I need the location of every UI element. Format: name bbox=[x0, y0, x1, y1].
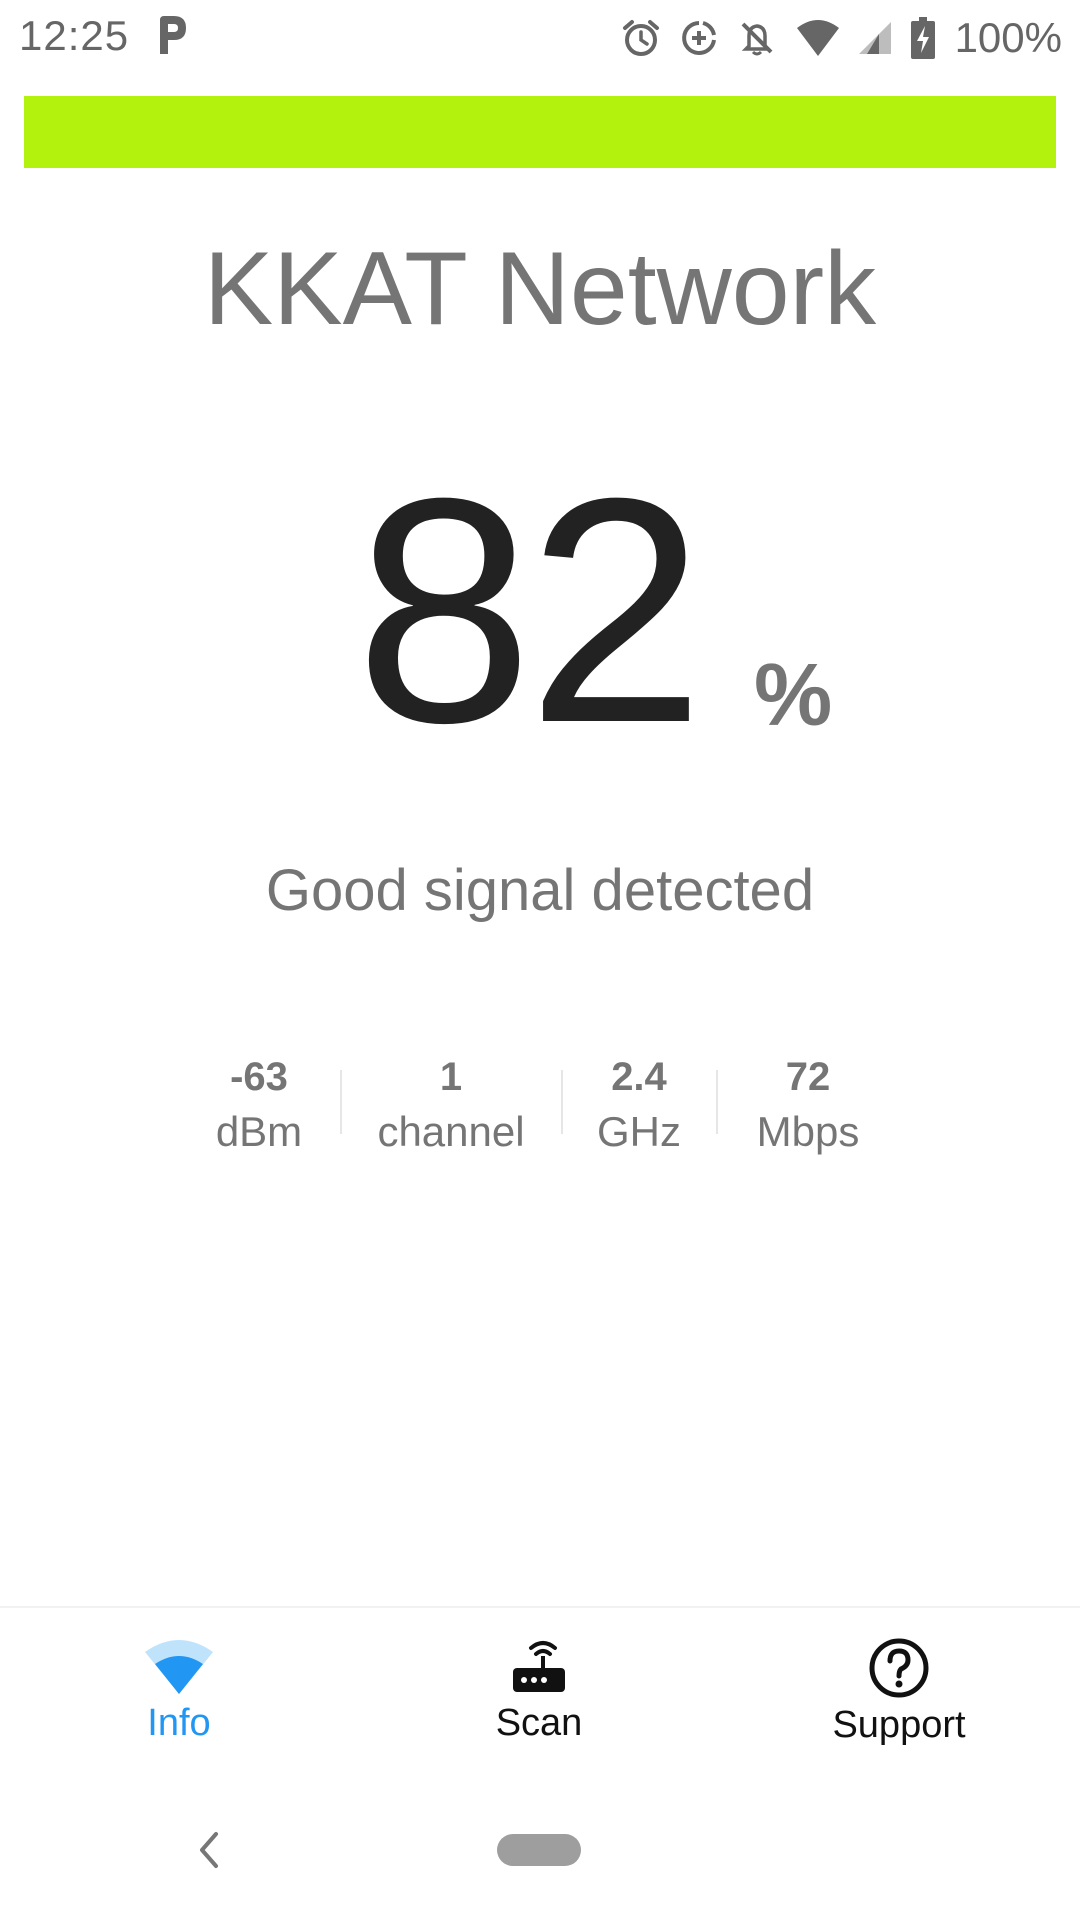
nav-item-info[interactable]: Info bbox=[59, 1638, 299, 1745]
stat-unit: Mbps bbox=[756, 1108, 860, 1155]
stat-channel: 1 channel bbox=[351, 1052, 551, 1162]
status-time: 12:25 bbox=[19, 12, 130, 59]
help-circle-icon bbox=[779, 1638, 1019, 1698]
bottom-navigation: Info Scan Support bbox=[0, 1606, 1080, 1780]
network-name: KKAT Network bbox=[203, 231, 877, 347]
back-icon[interactable] bbox=[196, 1830, 220, 1875]
nav-label-support: Support bbox=[832, 1704, 966, 1746]
stat-value: -63 bbox=[230, 1055, 288, 1099]
stat-unit: channel bbox=[377, 1108, 525, 1155]
nav-label-info: Info bbox=[147, 1702, 211, 1744]
home-pill-button[interactable] bbox=[497, 1834, 581, 1866]
nav-item-support[interactable]: Support bbox=[779, 1638, 1019, 1747]
stat-signal-dbm: -63 dBm bbox=[159, 1052, 359, 1162]
battery-charging-icon bbox=[910, 17, 935, 59]
status-bar: 12:25 100% bbox=[0, 0, 1080, 76]
nav-item-scan[interactable]: Scan bbox=[419, 1638, 659, 1745]
signal-percentage-value: 82 bbox=[355, 431, 705, 789]
signal-strength-bar bbox=[24, 96, 1056, 168]
system-navigation-bar bbox=[0, 1780, 1080, 1920]
nav-label-scan: Scan bbox=[495, 1702, 583, 1744]
stat-value: 1 bbox=[439, 1055, 463, 1099]
alarm-icon bbox=[621, 18, 661, 58]
wifi-icon bbox=[59, 1638, 299, 1696]
cell-signal-icon bbox=[858, 18, 893, 58]
signal-percentage-unit: % bbox=[754, 645, 833, 744]
signal-status-text: Good signal detected bbox=[265, 858, 815, 923]
stat-unit: dBm bbox=[215, 1108, 303, 1155]
p-app-icon bbox=[156, 14, 188, 61]
data-saver-icon bbox=[679, 18, 719, 58]
battery-percent: 100% bbox=[954, 14, 1062, 61]
status-icons: 100% bbox=[621, 12, 1062, 64]
notifications-off-icon bbox=[737, 18, 777, 58]
wifi-icon bbox=[795, 18, 841, 58]
stat-value: 72 bbox=[785, 1055, 831, 1099]
connection-stats: -63 dBm 1 channel 2.4 GHz 72 Mbps bbox=[0, 1052, 1080, 1162]
stat-link-speed: 72 Mbps bbox=[708, 1052, 908, 1162]
stat-divider bbox=[340, 1070, 342, 1134]
router-icon bbox=[419, 1638, 659, 1696]
